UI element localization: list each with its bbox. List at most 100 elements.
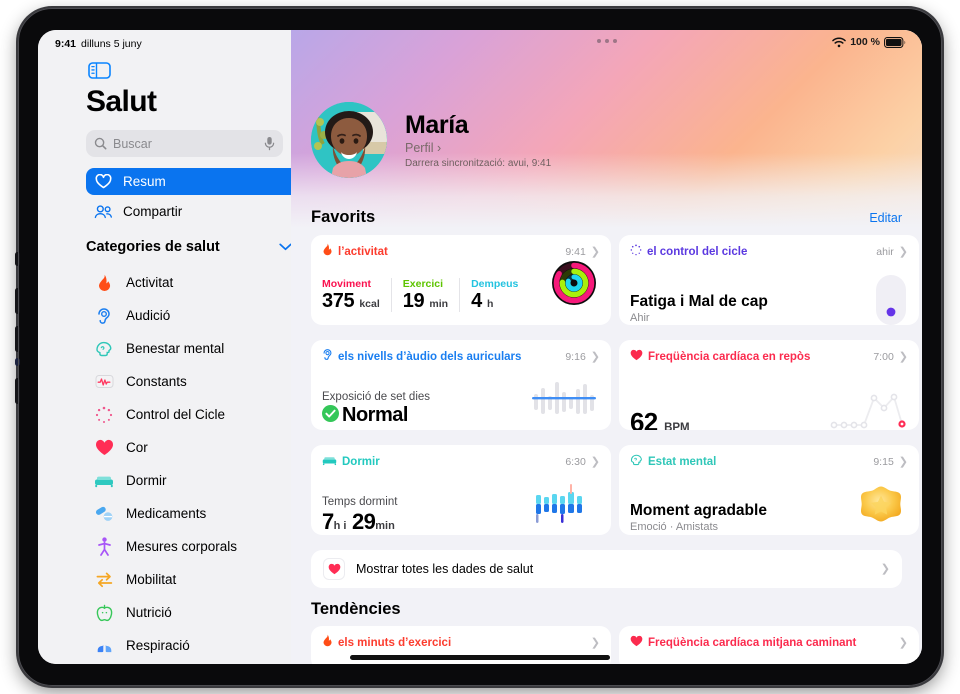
card-header: Estat mental 9:15 ❯ (630, 453, 908, 471)
metric-exercici: Exercici 19 min (390, 278, 459, 312)
card-title: els minuts d’exercici (338, 637, 452, 649)
favorite-card-sleep[interactable]: Dormir 6:30 ❯ Temps dormint 7h i 29min (311, 445, 611, 535)
search-placeholder: Buscar (113, 136, 152, 151)
card-timestamp: 6:30 (565, 456, 586, 468)
device-button-extra[interactable] (15, 252, 20, 266)
flame-icon (322, 634, 333, 652)
ear-icon (94, 306, 114, 326)
heart-rate-value-group: 62 BPM (630, 407, 690, 430)
show-all-health-data-button[interactable]: Mostrar totes les dades de salut ❯ (311, 550, 902, 588)
card-timestamp: 7:00 (873, 351, 894, 363)
sidebar-item-control-del-cicle[interactable]: Control del Cicle (86, 398, 291, 431)
sidebar-item-benestar-mental[interactable]: Benestar mental (86, 332, 291, 365)
heart-filled-icon (94, 438, 114, 458)
chevron-right-icon: ❯ (590, 455, 600, 468)
categories-header[interactable]: Categories de salut (86, 238, 291, 256)
card-header: els nivells d’àudio dels auriculars 9:16… (322, 348, 600, 366)
sidebar-item-label: Constants (126, 374, 187, 389)
microphone-icon[interactable] (264, 136, 275, 151)
sidebar-item-constants[interactable]: Constants (86, 365, 291, 398)
activity-metrics: Moviment 375 kcal Exercici 19 min Dempeu… (322, 278, 529, 312)
search-input[interactable]: Buscar (86, 130, 283, 157)
card-title: Dormir (342, 456, 380, 468)
sidebar-item-activitat[interactable]: Activitat (86, 266, 291, 299)
heart-rate-value: 62 (630, 407, 658, 430)
sidebar-item-medicaments[interactable]: Medicaments (86, 497, 291, 530)
chevron-right-icon: ❯ (898, 636, 908, 649)
sidebar-item-respiracio[interactable]: Respiració (86, 629, 291, 662)
heart-rate-line-chart (828, 384, 906, 430)
heart-filled-icon (323, 558, 345, 580)
metric-label: Exercici (402, 278, 444, 290)
favorite-card-headphone-audio[interactable]: els nivells d’àudio dels auriculars 9:16… (311, 340, 611, 430)
cycle-pill-indicator (876, 275, 906, 325)
audio-summary: Exposició de set dies Normal (322, 391, 430, 427)
trends-section-header: Tendències (311, 600, 902, 619)
heart-filled-icon (630, 634, 643, 652)
camera-indicator (15, 358, 20, 366)
card-header: Dormir 6:30 ❯ (322, 453, 600, 471)
sidebar-item-compartir[interactable]: Compartir (86, 198, 291, 225)
head-icon (94, 339, 114, 359)
ipad-screen: 9:41 dilluns 5 juny Salut Buscar Resum C… (38, 30, 922, 664)
home-indicator[interactable] (350, 655, 610, 660)
metric-value: 4 (471, 290, 482, 312)
heart-outline-icon (94, 172, 113, 191)
card-timestamp: 9:15 (873, 456, 894, 468)
card-title: els nivells d’àudio dels auriculars (338, 351, 522, 363)
card-title: Freqüència cardíaca en repòs (648, 351, 811, 363)
sidebar-item-label: Mesures corporals (126, 539, 238, 554)
sidebar-toggle-icon[interactable] (88, 62, 111, 79)
edit-favorites-button[interactable]: Editar (869, 211, 902, 225)
heart-rate-unit: BPM (664, 422, 690, 430)
favorite-card-resting-heart-rate[interactable]: Freqüència cardíaca en repòs 7:00 ❯ 62 B… (619, 340, 919, 430)
mood-headline: Moment agradable (630, 502, 767, 519)
mobility-icon (94, 570, 114, 590)
metric-unit: min (429, 298, 449, 310)
metric-unit: kcal (359, 298, 380, 310)
volume-down-button[interactable] (15, 326, 20, 352)
status-time: 9:41 (55, 38, 77, 50)
favorite-card-cycle-tracking[interactable]: el control del cicle ahir ❯ Fatiga i Mal… (619, 235, 919, 325)
check-circle-icon (322, 404, 339, 427)
scroll-content: Favorits Editar l’activitat 9:41 ❯ Movim… (291, 30, 922, 664)
heart-filled-icon (630, 348, 643, 366)
sidebar-item-nutricio[interactable]: Nutrició (86, 596, 291, 629)
sidebar-item-resum[interactable]: Resum (86, 168, 291, 195)
chevron-right-icon: ❯ (590, 245, 600, 258)
ipad-device-frame: 9:41 dilluns 5 juny Salut Buscar Resum C… (15, 8, 942, 686)
cycle-summary: Fatiga i Mal de cap Ahir (630, 293, 768, 324)
power-button[interactable] (15, 378, 20, 404)
cycle-icon (630, 243, 642, 261)
audio-caption: Exposició de set dies (322, 391, 431, 403)
favorite-card-activity[interactable]: l’activitat 9:41 ❯ Moviment 375 kcal Exe… (311, 235, 611, 325)
card-header: l’activitat 9:41 ❯ (322, 243, 600, 261)
apple-icon (94, 603, 114, 623)
metric-label: Dempeus (471, 278, 519, 290)
people-icon (94, 202, 113, 221)
cycle-icon (94, 405, 114, 425)
sidebar-item-mobilitat[interactable]: Mobilitat (86, 563, 291, 596)
page-title: Salut (86, 85, 157, 118)
card-header: el control del cicle ahir ❯ (630, 243, 908, 261)
ear-icon (322, 348, 333, 366)
sidebar-item-dormir[interactable]: Dormir (86, 464, 291, 497)
activity-rings-icon (552, 261, 596, 310)
favorite-card-state-of-mind[interactable]: Estat mental 9:15 ❯ Moment agradable Emo… (619, 445, 919, 535)
trend-card-walking-heart-rate[interactable]: Freqüència cardíaca mitjana caminant ❯ (619, 626, 919, 664)
sidebar-item-cor[interactable]: Cor (86, 431, 291, 464)
categories-header-label: Categories de salut (86, 239, 220, 255)
sidebar-item-audicio[interactable]: Audició (86, 299, 291, 332)
chevron-right-icon: ❯ (590, 636, 600, 649)
audio-status-value: Normal (342, 404, 408, 426)
sleep-hours-unit: h i (333, 520, 347, 532)
chevron-right-icon: ❯ (898, 350, 908, 363)
sidebar-item-label: Respiració (126, 638, 190, 653)
card-title: el control del cicle (647, 246, 748, 258)
sidebar-item-label: Control del Cicle (126, 407, 226, 422)
chevron-right-icon: ❯ (898, 455, 908, 468)
volume-up-button[interactable] (15, 288, 20, 314)
chevron-down-icon[interactable] (279, 238, 291, 256)
main-content: 100 % María Perfil › Darrera sincronitza… (291, 30, 922, 664)
sidebar-item-mesures-corporals[interactable]: Mesures corporals (86, 530, 291, 563)
